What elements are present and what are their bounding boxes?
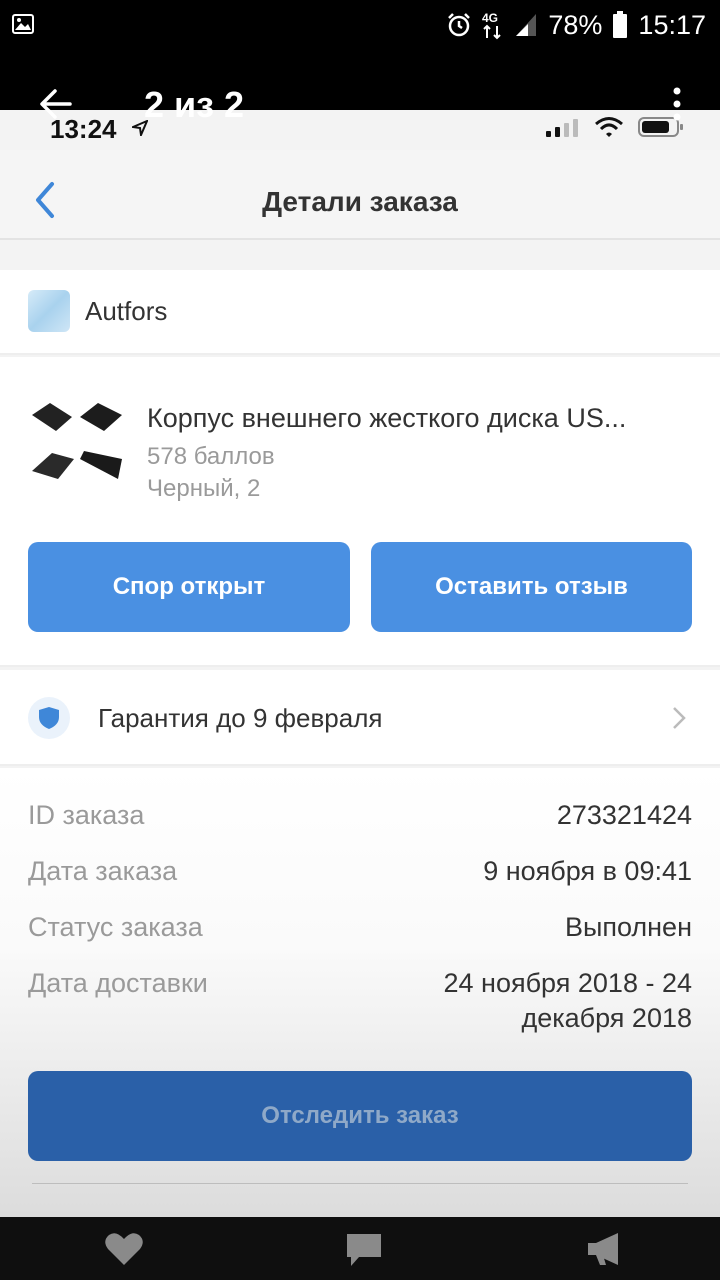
product-title[interactable]: Корпус внешнего жесткого диска US... <box>147 403 692 434</box>
product-variant: Черный, 2 <box>147 475 261 502</box>
detail-value: Выполнен <box>564 912 692 942</box>
warranty-row[interactable]: Гарантия до 9 февраля <box>0 670 720 766</box>
status-right: 4G 78% 15:17 <box>446 8 706 42</box>
order-details: ID заказа 273321424 Дата заказа 9 ноября… <box>0 768 720 1217</box>
divider <box>32 1183 688 1184</box>
back-arrow-icon[interactable] <box>38 86 74 122</box>
detail-value: 9 ноября в 09:41 <box>483 856 692 886</box>
warranty-label: Гарантия до 9 февраля <box>98 703 383 733</box>
more-vertical-icon[interactable] <box>672 86 682 122</box>
battery-icon <box>613 11 628 38</box>
alarm-icon <box>448 13 471 37</box>
product-card: Корпус внешнего жесткого диска US... 578… <box>0 357 720 667</box>
gallery-overlay: 2 из 2 <box>0 80 720 140</box>
seller-row[interactable]: Autfors <box>0 270 720 355</box>
product-points: 578 баллов <box>147 443 275 470</box>
gallery-icon <box>12 14 34 34</box>
shield-icon <box>39 707 59 729</box>
navigation-bar: Детали заказа <box>0 150 720 240</box>
svg-text:4G: 4G <box>482 11 498 25</box>
track-order-button[interactable]: Отследить заказ <box>28 1071 692 1161</box>
leave-review-button[interactable]: Оставить отзыв <box>371 542 692 632</box>
signal-icon <box>516 14 537 36</box>
product-image[interactable] <box>28 397 124 493</box>
detail-value: 24 ноября 2018 - 24 декабря 2018 <box>443 968 692 1033</box>
network-4g-icon: 4G <box>482 11 502 40</box>
order-details-screenshot: 13:24 Детали заказа Autfors Корпус внешн… <box>0 110 720 1217</box>
gallery-bottom-bar <box>0 1217 720 1280</box>
dispute-open-button[interactable]: Спор открыт <box>28 542 350 632</box>
heart-icon[interactable] <box>104 1231 144 1267</box>
battery-percent: 78% <box>548 9 603 40</box>
detail-key: Дата заказа <box>28 856 178 886</box>
image-counter: 2 из 2 <box>144 84 245 125</box>
comment-icon[interactable] <box>344 1231 384 1269</box>
android-status-bar: 4G 78% 15:17 <box>0 0 720 50</box>
detail-value: 273321424 <box>556 800 692 830</box>
megaphone-icon[interactable] <box>586 1231 624 1267</box>
detail-key: Дата доставки <box>28 968 208 998</box>
seller-logo <box>28 290 70 332</box>
android-time: 15:17 <box>638 9 706 40</box>
screen: 4G 78% 15:17 13:24 Детали заказа Autfors… <box>0 0 720 1280</box>
chevron-right-icon <box>673 707 686 729</box>
seller-name: Autfors <box>85 296 168 326</box>
page-title: Детали заказа <box>262 186 458 217</box>
detail-key: ID заказа <box>28 800 145 830</box>
detail-key: Статус заказа <box>28 912 203 942</box>
shield-badge <box>28 697 70 739</box>
